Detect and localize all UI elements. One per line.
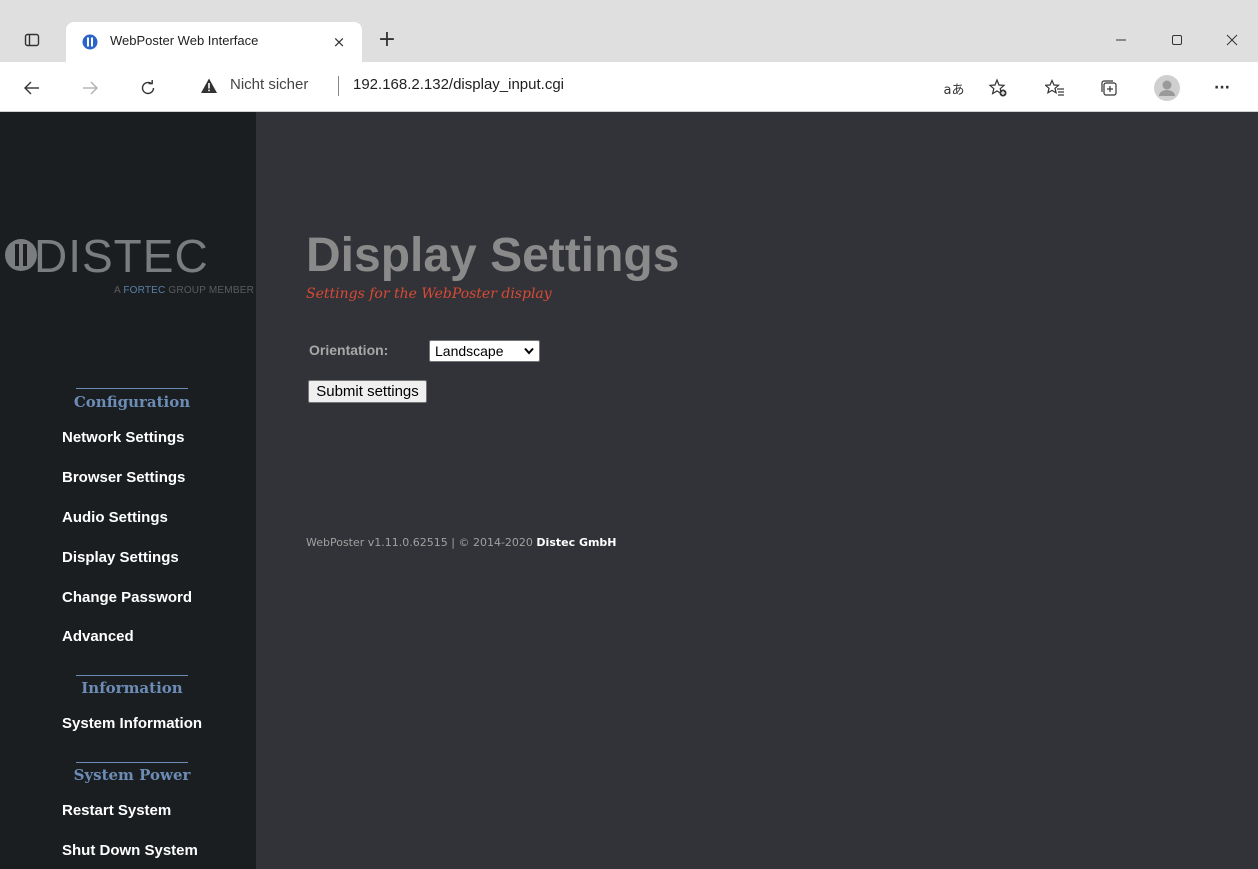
section-divider	[76, 388, 188, 389]
submit-settings-button[interactable]: Submit settings	[308, 380, 427, 403]
sidebar-item-audio-settings[interactable]: Audio Settings	[62, 509, 168, 526]
sidebar-item-restart-system[interactable]: Restart System	[62, 802, 171, 819]
tab-actions-icon[interactable]	[22, 30, 42, 50]
tab-title: WebPoster Web Interface	[110, 33, 259, 48]
window-close-icon[interactable]	[1218, 26, 1246, 54]
footer: WebPoster v1.11.0.62515 | © 2014-2020 Di…	[306, 536, 617, 549]
section-title-system-power: System Power	[73, 766, 191, 784]
chevron-down-icon	[524, 347, 534, 355]
section-divider	[76, 675, 188, 676]
distec-logo-mark-icon	[5, 239, 37, 271]
maximize-icon[interactable]	[1163, 26, 1191, 54]
page-title: Display Settings	[306, 229, 680, 282]
logo-tagline-suffix: GROUP MEMBER	[165, 285, 254, 296]
warning-icon[interactable]	[200, 77, 218, 95]
collections-icon[interactable]	[1095, 74, 1123, 102]
read-aloud-icon[interactable]: aあ	[940, 74, 968, 102]
minimize-icon[interactable]	[1107, 26, 1135, 54]
sidebar-item-shut-down-system[interactable]: Shut Down System	[62, 842, 198, 859]
orientation-selected-value: Landscape	[435, 343, 504, 359]
sidebar-item-network-settings[interactable]: Network Settings	[62, 429, 185, 446]
page-content: DISTEC A FORTEC GROUP MEMBER Configurati…	[0, 112, 1258, 869]
more-options-icon[interactable]: ···	[1208, 74, 1236, 102]
browser-tab[interactable]: WebPoster Web Interface ×	[66, 22, 362, 62]
sidebar: DISTEC A FORTEC GROUP MEMBER Configurati…	[0, 112, 256, 869]
security-status-label[interactable]: Nicht sicher	[230, 76, 308, 93]
url-field[interactable]: Nicht sicher 192.168.2.132/display_input…	[188, 68, 1008, 104]
sidebar-item-display-settings[interactable]: Display Settings	[62, 549, 179, 566]
orientation-select[interactable]: Landscape	[429, 340, 540, 362]
logo-wordmark: DISTEC	[34, 230, 209, 282]
distec-favicon-icon	[82, 34, 98, 50]
favorites-icon[interactable]	[1041, 74, 1069, 102]
section-title-information: Information	[81, 679, 183, 697]
refresh-icon[interactable]	[134, 74, 162, 102]
url-text[interactable]: 192.168.2.132/display_input.cgi	[353, 76, 564, 93]
back-arrow-icon[interactable]	[18, 74, 46, 102]
footer-company[interactable]: Distec GmbH	[536, 536, 616, 549]
forward-arrow-icon[interactable]	[76, 74, 104, 102]
profile-avatar-icon[interactable]	[1153, 74, 1181, 102]
logo-tagline-accent: FORTEC	[123, 285, 166, 296]
logo-tagline-prefix: A	[114, 285, 124, 296]
section-divider	[76, 762, 188, 763]
section-title-configuration: Configuration	[73, 393, 191, 411]
orientation-label: Orientation:	[309, 342, 389, 358]
tab-close-icon[interactable]: ×	[329, 32, 349, 52]
address-bar: Nicht sicher 192.168.2.132/display_input…	[0, 62, 1258, 112]
page-subtitle: Settings for the WebPoster display	[306, 286, 552, 302]
sidebar-item-browser-settings[interactable]: Browser Settings	[62, 469, 185, 486]
footer-version: WebPoster v1.11.0.62515 | © 2014-2020	[306, 536, 537, 549]
add-favorite-icon[interactable]	[984, 74, 1012, 102]
distec-logo[interactable]: DISTEC A FORTEC GROUP MEMBER	[0, 228, 256, 308]
sidebar-item-advanced[interactable]: Advanced	[62, 628, 134, 645]
url-separator	[338, 76, 339, 96]
sidebar-item-system-information[interactable]: System Information	[62, 715, 202, 732]
logo-tagline: A FORTEC GROUP MEMBER	[0, 285, 256, 296]
new-tab-icon[interactable]: +	[374, 28, 400, 54]
sidebar-item-change-password[interactable]: Change Password	[62, 589, 192, 606]
